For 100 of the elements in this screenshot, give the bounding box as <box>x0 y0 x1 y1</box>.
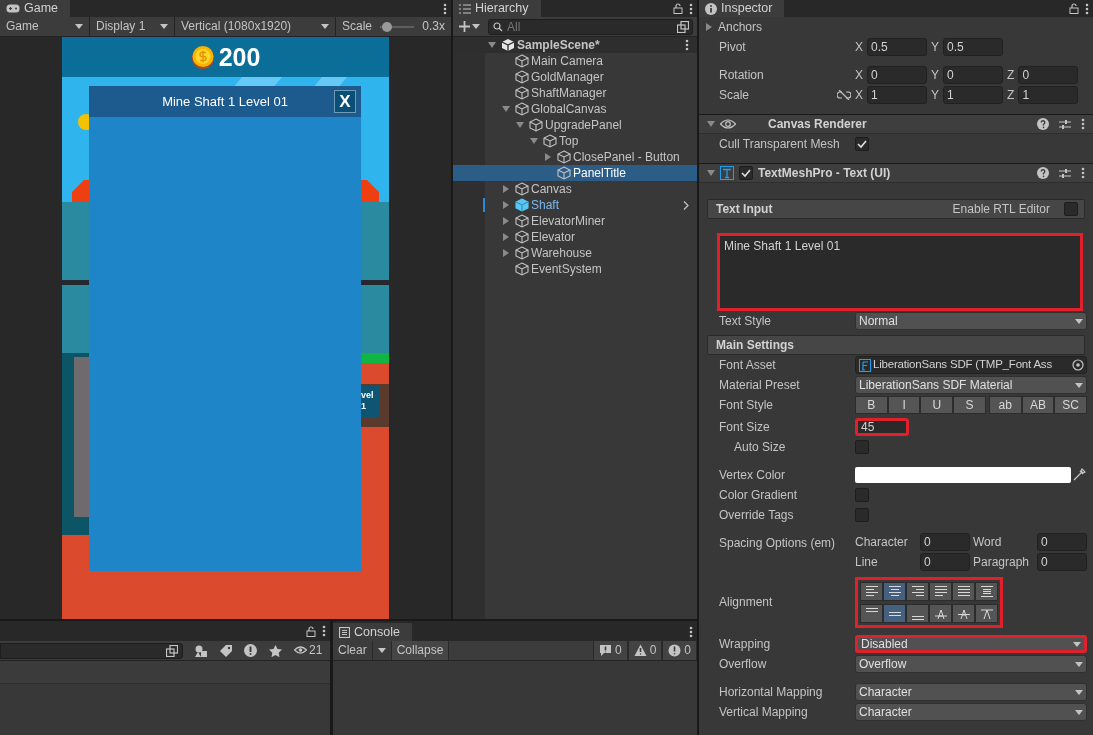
font-style-toggle[interactable]: SC <box>1054 396 1087 414</box>
font-style-toggle[interactable]: S <box>953 396 986 414</box>
hierarchy-item[interactable]: PanelTitle <box>453 165 697 181</box>
alignment-toggle[interactable] <box>929 604 952 623</box>
sliders-icon[interactable] <box>1059 167 1071 179</box>
unlink-icon[interactable] <box>837 90 851 100</box>
number-field[interactable]: 0 <box>1018 66 1079 84</box>
number-field[interactable]: 0 <box>920 553 970 571</box>
alignment-toggle[interactable] <box>906 604 929 623</box>
hierarchy-item[interactable]: Canvas <box>453 181 697 197</box>
eyedropper-icon[interactable] <box>1071 467 1087 483</box>
warning-circle-icon[interactable] <box>244 644 257 657</box>
dropdown-field[interactable]: LiberationSans SDF Material <box>855 376 1087 394</box>
more-icon[interactable] <box>443 2 447 15</box>
visibility-count-button[interactable]: 21 <box>294 643 323 658</box>
inspector-tab[interactable]: Inspector <box>699 0 785 17</box>
collapsed-arrow-icon[interactable] <box>502 233 510 241</box>
dropdown-field[interactable]: Character <box>855 703 1087 721</box>
number-field[interactable]: 0 <box>1037 533 1087 551</box>
hierarchy-item[interactable]: UpgradePanel <box>453 117 697 133</box>
search-field[interactable] <box>0 642 183 659</box>
collapsed-arrow-icon[interactable] <box>502 185 510 193</box>
hierarchy-item[interactable]: GoldManager <box>453 69 697 85</box>
lock-icon[interactable] <box>673 3 683 14</box>
resolution-dropdown[interactable]: Vertical (1080x1920) <box>175 17 336 36</box>
target-icon[interactable] <box>1070 357 1086 373</box>
search-field[interactable]: All <box>488 18 693 35</box>
number-field[interactable]: 0 <box>920 533 970 551</box>
tag-icon[interactable] <box>220 644 232 657</box>
foldout-toggle[interactable]: Anchors <box>705 19 763 35</box>
expanded-arrow-icon[interactable] <box>502 105 510 113</box>
collapsed-arrow-icon[interactable] <box>502 249 510 257</box>
enabled-checkbox[interactable] <box>739 166 753 180</box>
lock-icon[interactable] <box>306 625 316 637</box>
checkbox[interactable] <box>1064 202 1078 216</box>
checkbox[interactable] <box>855 508 869 522</box>
checkbox[interactable] <box>855 488 869 502</box>
dropdown-field[interactable]: Overflow <box>855 655 1087 673</box>
hierarchy-item[interactable]: ClosePanel - Button <box>453 149 697 165</box>
alignment-toggle[interactable] <box>883 604 906 623</box>
expanded-arrow-icon[interactable] <box>488 41 496 49</box>
dropdown-field[interactable]: Character <box>855 683 1087 701</box>
error-count-button[interactable]: 0 <box>662 641 697 660</box>
checkbox[interactable] <box>855 440 869 454</box>
help-icon[interactable] <box>1037 167 1049 179</box>
alignment-toggle[interactable] <box>952 582 975 601</box>
more-icon[interactable] <box>689 2 693 15</box>
search-window-icon[interactable] <box>677 20 689 33</box>
hierarchy-item[interactable]: ElevatorMiner <box>453 213 697 229</box>
hierarchy-item[interactable]: Elevator <box>453 229 697 245</box>
number-field[interactable]: 0.5 <box>943 38 1004 56</box>
font-style-toggle[interactable]: ab <box>988 396 1022 414</box>
font-style-toggle[interactable]: I <box>887 396 921 414</box>
text-input-area[interactable]: Mine Shaft 1 Level 01 <box>717 233 1083 311</box>
console-tab[interactable]: Console <box>333 623 412 641</box>
hierarchy-item[interactable]: GlobalCanvas <box>453 101 697 117</box>
number-field[interactable]: 0.5 <box>867 38 927 56</box>
more-icon[interactable] <box>1081 118 1085 130</box>
collapse-button[interactable]: Collapse <box>391 641 450 660</box>
object-field[interactable]: LiberationSans SDF (TMP_Font Ass <box>855 356 1087 374</box>
number-field[interactable]: 1 <box>867 86 927 104</box>
warning-count-button[interactable]: 0 <box>627 641 663 660</box>
alignment-toggle[interactable] <box>975 582 998 601</box>
expanded-arrow-icon[interactable] <box>516 121 524 129</box>
alignment-toggle[interactable] <box>929 582 952 601</box>
font-style-toggle[interactable]: B <box>855 396 888 414</box>
alignment-toggle[interactable] <box>952 604 975 623</box>
display-dropdown[interactable]: Display 1 <box>90 17 175 36</box>
number-field[interactable]: 0 <box>867 66 927 84</box>
alignment-toggle[interactable] <box>860 604 883 623</box>
dropdown-field[interactable]: Normal <box>855 312 1087 330</box>
help-icon[interactable] <box>1037 118 1049 130</box>
expanded-arrow-icon[interactable] <box>707 120 715 128</box>
alignment-toggle[interactable] <box>906 582 929 601</box>
add-button[interactable] <box>459 21 480 32</box>
game-tab[interactable]: Game <box>0 0 71 17</box>
color-field[interactable] <box>855 467 1071 483</box>
search-window-icon[interactable] <box>166 644 178 657</box>
number-field[interactable]: 45 <box>855 418 909 436</box>
shapes-icon[interactable] <box>195 644 208 657</box>
star-icon[interactable] <box>269 644 282 657</box>
number-field[interactable]: 0 <box>1037 553 1087 571</box>
view-mode-dropdown[interactable]: Game <box>0 17 90 36</box>
hierarchy-item[interactable]: EventSystem <box>453 261 697 277</box>
expanded-arrow-icon[interactable] <box>707 169 715 177</box>
expanded-arrow-icon[interactable] <box>530 137 538 145</box>
checkbox[interactable] <box>855 137 869 151</box>
alignment-toggle[interactable] <box>975 604 998 623</box>
close-button[interactable]: X <box>334 90 356 113</box>
hierarchy-item[interactable]: ShaftManager <box>453 85 697 101</box>
number-field[interactable]: 1 <box>1018 86 1079 104</box>
more-icon[interactable] <box>1085 2 1089 15</box>
more-icon[interactable] <box>322 625 326 637</box>
collapsed-arrow-icon[interactable] <box>544 153 552 161</box>
hierarchy-item[interactable]: Main Camera <box>453 53 697 69</box>
collapsed-arrow-icon[interactable] <box>502 201 510 209</box>
more-icon[interactable] <box>1081 167 1085 179</box>
number-field[interactable]: 0 <box>943 66 1004 84</box>
chevron-right-icon[interactable] <box>683 200 689 210</box>
font-style-toggle[interactable]: AB <box>1021 396 1055 414</box>
